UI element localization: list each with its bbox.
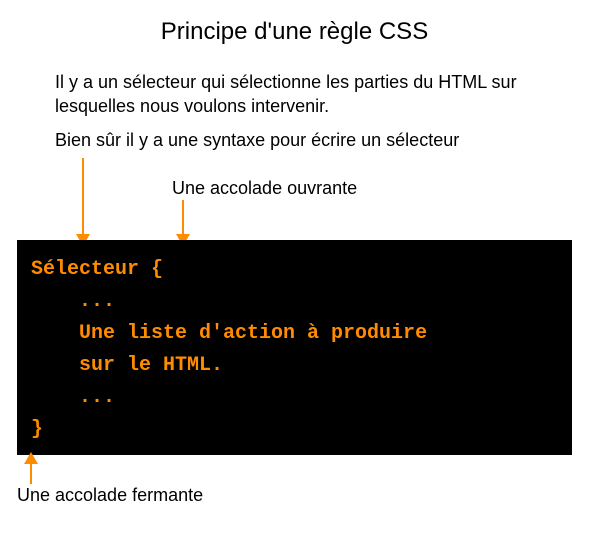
- code-line: Sélecteur {: [31, 258, 163, 281]
- arrowhead-icon: [24, 452, 38, 464]
- code-line: ...: [31, 290, 115, 313]
- arrow-to-selector: [82, 158, 84, 236]
- intro-paragraph-2: Bien sûr il y a une syntaxe pour écrire …: [55, 128, 535, 152]
- annotation-close-brace: Une accolade fermante: [17, 485, 203, 506]
- intro-paragraph-1: Il y a un sélecteur qui sélectionne les …: [55, 70, 535, 119]
- code-block: Sélecteur { ... Une liste d'action à pro…: [17, 240, 572, 455]
- arrow-to-close-brace: [30, 462, 32, 484]
- code-line: sur le HTML.: [31, 354, 223, 377]
- code-line: ...: [31, 386, 115, 409]
- page-title: Principe d'une règle CSS: [0, 18, 589, 46]
- code-line: }: [31, 418, 43, 441]
- annotation-open-brace: Une accolade ouvrante: [172, 178, 357, 199]
- code-line: Une liste d'action à produire: [31, 322, 427, 345]
- arrow-to-open-brace: [182, 200, 184, 236]
